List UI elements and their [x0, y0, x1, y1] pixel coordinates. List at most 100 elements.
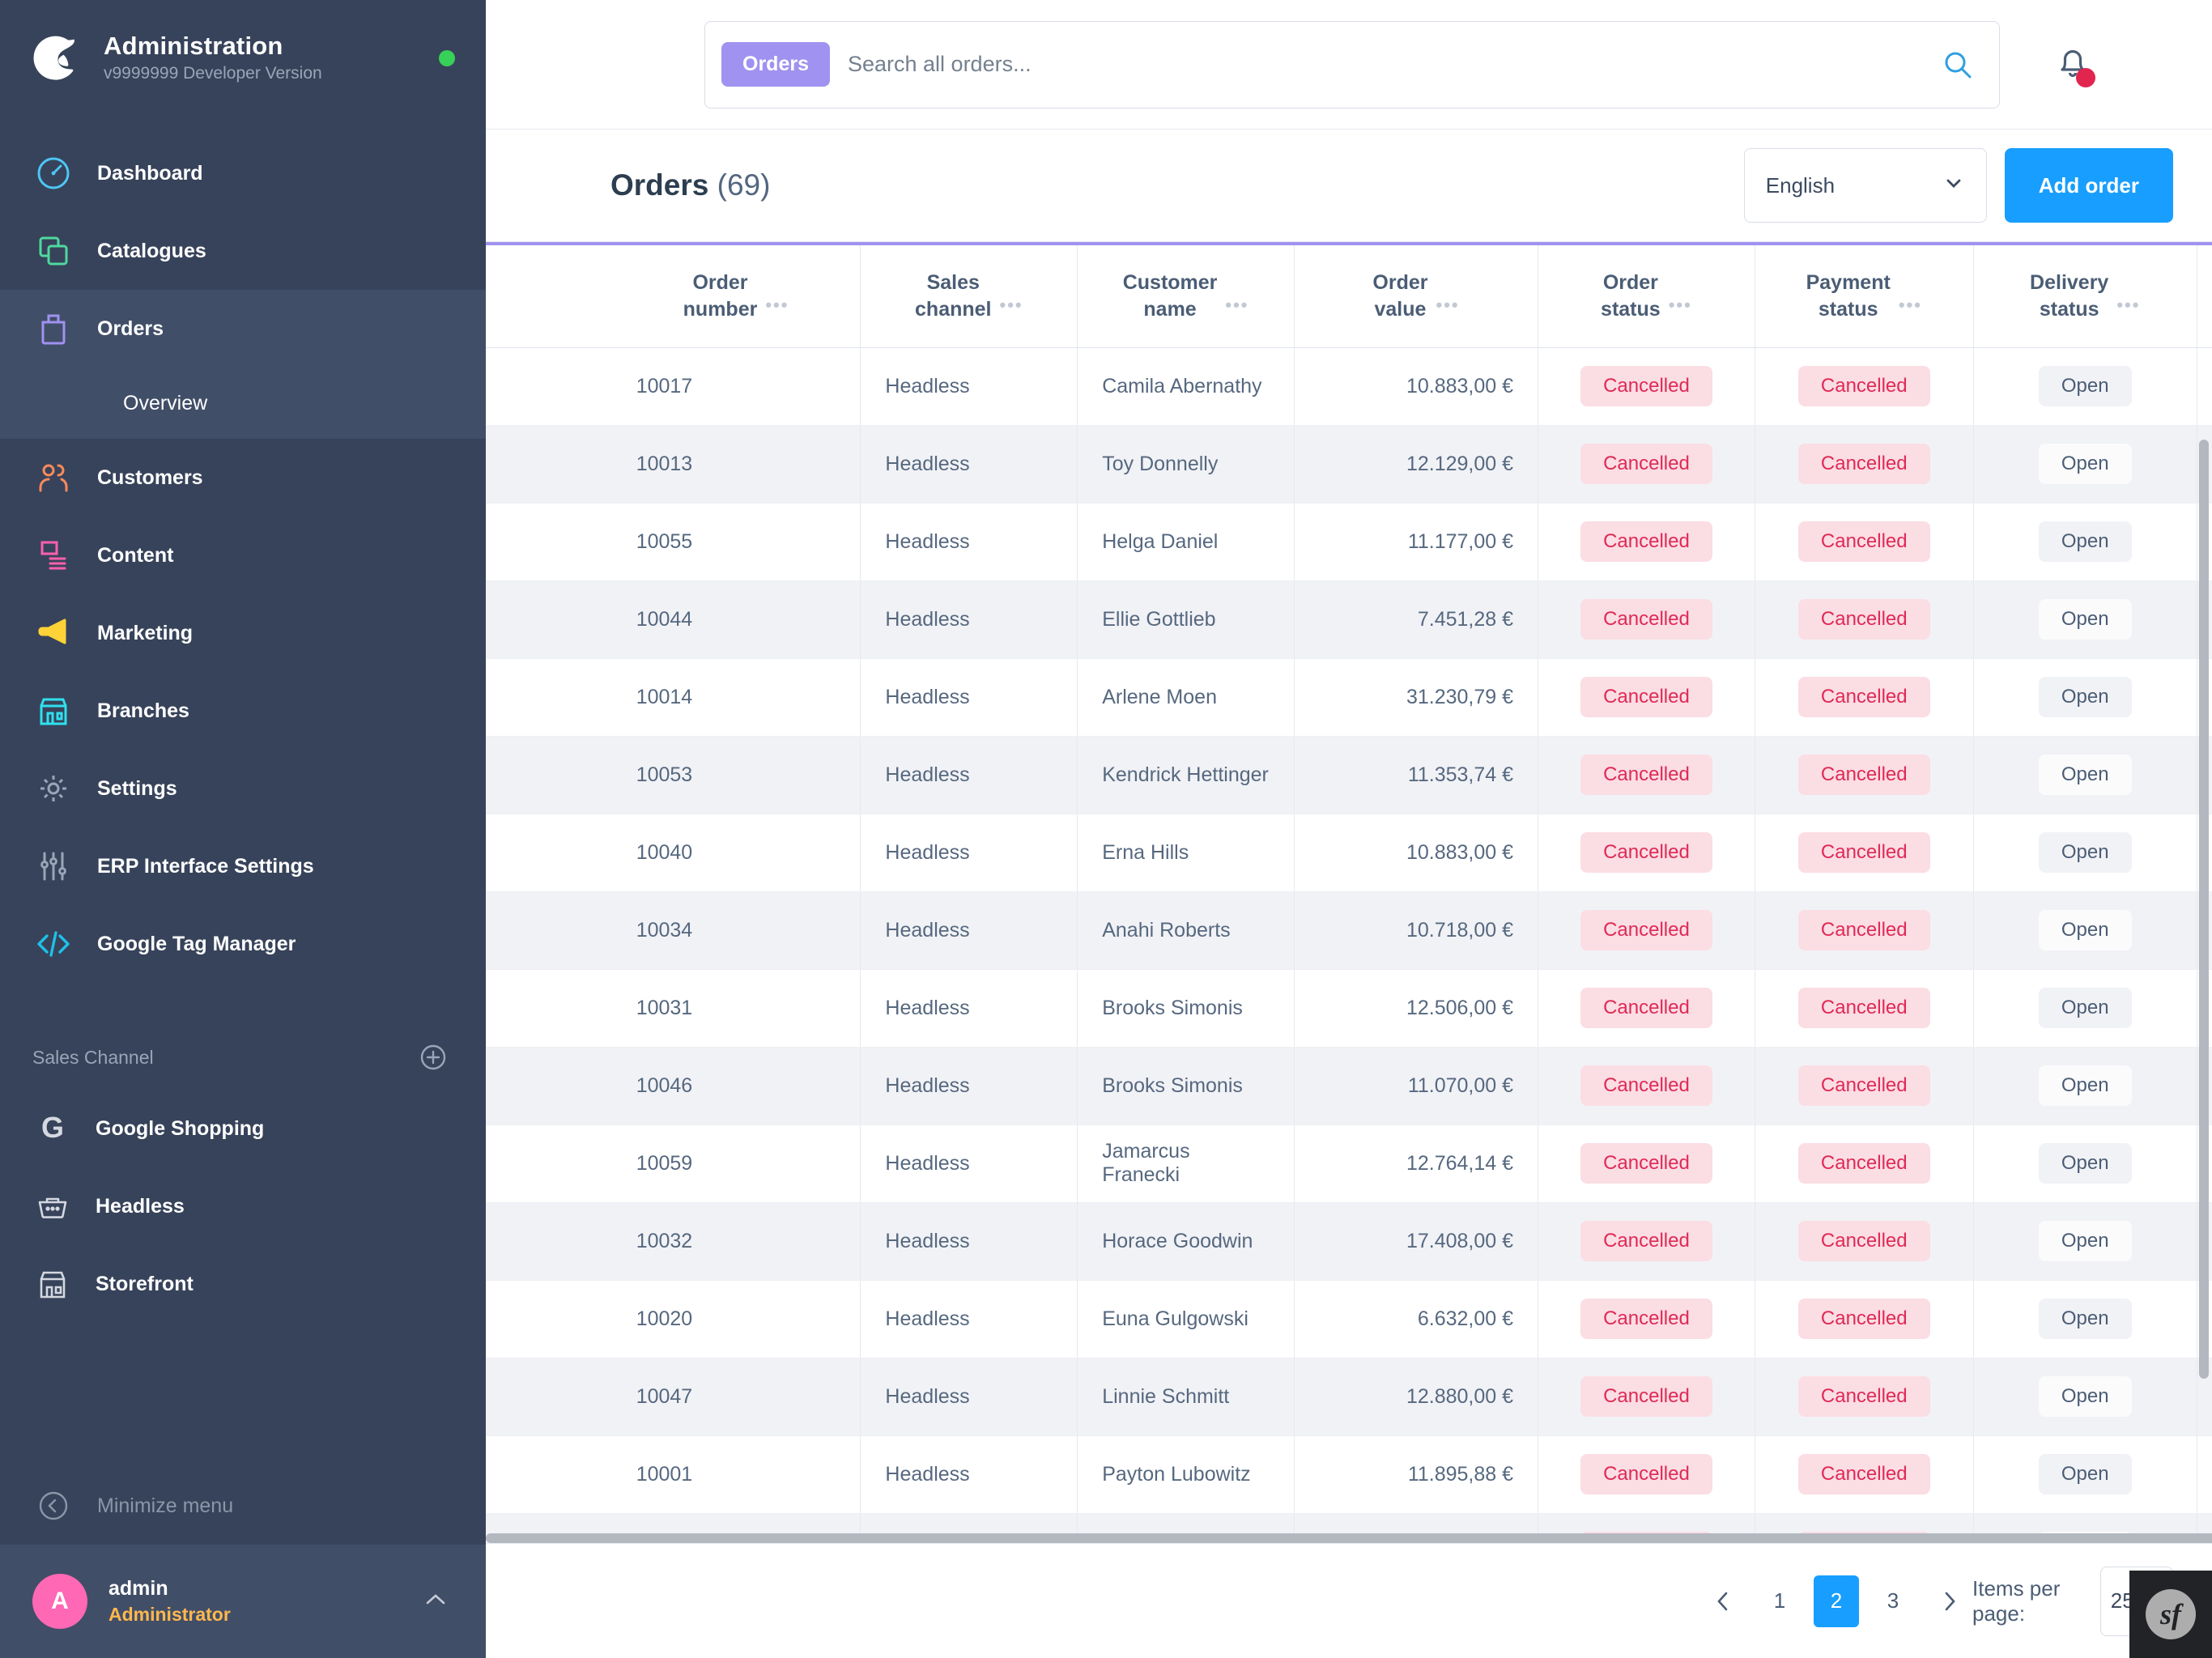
col-menu-icon[interactable]: ••• — [1899, 295, 1922, 322]
col-order-status[interactable]: Order status ••• — [1538, 242, 1755, 348]
sidebar-item-erp-interface-settings[interactable]: ERP Interface Settings — [0, 827, 486, 905]
search-scope-chip[interactable]: Orders — [721, 42, 830, 87]
table-row[interactable]: 10020 Headless Euna Gulgowski 6.632,00 € Can… — [486, 1280, 2212, 1358]
pagination: 1 2 3 — [1700, 1575, 1972, 1627]
cell-order-value: 10.883,00 € — [1294, 814, 1539, 892]
col-menu-icon[interactable]: ••• — [1436, 295, 1460, 322]
table-row[interactable]: 10055 Headless Helga Daniel 11.177,00 € Canc… — [486, 503, 2212, 581]
cell-delivery-status: Open — [1973, 1124, 2197, 1203]
status-badge: Cancelled — [1580, 1299, 1712, 1339]
status-badge: Cancelled — [1580, 1143, 1712, 1184]
table-row[interactable]: 10053 Headless Kendrick Hettinger 11.353,74… — [486, 736, 2212, 814]
status-badge: Cancelled — [1580, 988, 1712, 1028]
table-row[interactable]: 10031 Headless Brooks Simonis 12.506,00 € Ca… — [486, 969, 2212, 1048]
sidebar-item-marketing[interactable]: Marketing — [0, 594, 486, 672]
table-row[interactable]: 10059 Headless Jamarcus Franecki 12.764,14 … — [486, 1124, 2212, 1203]
table-row[interactable]: 10001 Headless Payton Lubowitz 11.895,88 € C… — [486, 1435, 2212, 1514]
sliders-icon — [32, 845, 74, 887]
col-customer-name[interactable]: Customer name ••• — [1077, 242, 1295, 348]
notifications-button[interactable] — [2000, 40, 2146, 88]
table-row[interactable]: 10017 Headless Camila Abernathy 10.883,00 €… — [486, 347, 2212, 426]
cell-spacer — [486, 1358, 612, 1436]
status-badge: Open — [2038, 1221, 2132, 1261]
sidebar-item-google-tag-manager[interactable]: Google Tag Manager — [0, 905, 486, 983]
cell-payment-status: Cancelled — [1755, 736, 1974, 814]
status-badge: Cancelled — [1797, 366, 1930, 406]
cell-delivery-status: Open — [1973, 969, 2197, 1048]
col-sales-channel[interactable]: Sales channel ••• — [860, 242, 1078, 348]
vertical-scrollbar[interactable] — [2199, 440, 2209, 1379]
table-row[interactable]: 10044 Headless Ellie Gottlieb 7.451,28 € Can… — [486, 580, 2212, 659]
cell-order-status: Cancelled — [1538, 969, 1755, 1048]
table-row[interactable]: 10032 Headless Horace Goodwin 17.408,00 € Ca… — [486, 1202, 2212, 1281]
cell-order-status: Cancelled — [1538, 1280, 1755, 1358]
magnifier-icon[interactable] — [1941, 48, 1975, 82]
global-search[interactable]: Orders — [704, 20, 2000, 108]
language-select[interactable]: English — [1743, 148, 1987, 223]
table-row[interactable]: 10013 Headless Toy Donnelly 12.129,00 € Canc… — [486, 425, 2212, 504]
cell-order-status: Cancelled — [1538, 425, 1755, 504]
symfony-toolbar-badge[interactable]: sf — [2129, 1571, 2212, 1658]
orders-table-scroller[interactable]: Order number ••• Sales channel ••• Custome… — [486, 242, 2212, 1543]
table-row[interactable]: 10040 Headless Erna Hills 10.883,00 € Cancel… — [486, 814, 2212, 892]
speedometer-icon — [32, 152, 74, 194]
cell-order-status: Cancelled — [1538, 1124, 1755, 1203]
cell-order-number: 10047 — [611, 1358, 861, 1436]
user-menu[interactable]: A admin Administrator — [0, 1545, 486, 1658]
cell-payment-status: Cancelled — [1755, 1358, 1974, 1436]
col-menu-icon[interactable]: ••• — [1000, 295, 1023, 322]
sales-channel-headless[interactable]: Headless — [0, 1167, 486, 1245]
cell-spacer — [486, 580, 612, 659]
col-menu-icon[interactable]: ••• — [1669, 295, 1692, 322]
pagination-page-2[interactable]: 2 — [1814, 1575, 1859, 1627]
app-root: Administration v9999999 Developer Versio… — [0, 0, 2212, 1658]
sidebar-item-settings[interactable]: Settings — [0, 750, 486, 827]
status-badge: Cancelled — [1797, 910, 1930, 950]
cell-sales-channel: Headless — [860, 580, 1078, 659]
search-input[interactable] — [847, 52, 1923, 77]
cell-sales-channel: Headless — [860, 658, 1078, 737]
sidebar-item-content[interactable]: Content — [0, 517, 486, 594]
col-menu-icon[interactable]: ••• — [2116, 295, 2140, 322]
cell-payment-status: Cancelled — [1755, 580, 1974, 659]
cell-order-value: 11.895,88 € — [1294, 1435, 1539, 1514]
pagination-page-3[interactable]: 3 — [1870, 1575, 1916, 1627]
cell-order-number: 10046 — [611, 1047, 861, 1125]
pagination-prev[interactable] — [1700, 1579, 1746, 1624]
col-order-date[interactable]: Order date — [2197, 242, 2212, 348]
sales-channel-google-shopping[interactable]: G Google Shopping — [0, 1090, 486, 1167]
col-order-number[interactable]: Order number ••• — [611, 242, 861, 348]
minimize-menu-button[interactable]: Minimize menu — [0, 1467, 486, 1545]
chevron-up-icon[interactable] — [421, 1585, 450, 1618]
add-order-button[interactable]: Add order — [2004, 148, 2173, 223]
pagination-next[interactable] — [1927, 1579, 1972, 1624]
cell-sales-channel: Headless — [860, 814, 1078, 892]
cell-spacer — [486, 347, 612, 426]
table-row[interactable]: 10034 Headless Anahi Roberts 10.718,00 € Can… — [486, 891, 2212, 970]
cell-customer-name: Brooks Simonis — [1077, 1047, 1295, 1125]
sidebar-item-customers[interactable]: Customers — [0, 439, 486, 517]
sidebar-item-orders-overview[interactable]: Overview — [0, 368, 486, 439]
sidebar-item-catalogues[interactable]: Catalogues — [0, 212, 486, 290]
table-row[interactable]: 10047 Headless Linnie Schmitt 12.880,00 € Ca… — [486, 1358, 2212, 1436]
add-sales-channel-icon[interactable] — [419, 1044, 447, 1071]
table-row[interactable]: 10046 Headless Brooks Simonis 11.070,00 € Ca… — [486, 1047, 2212, 1125]
cell-customer-name: Helga Daniel — [1077, 503, 1295, 581]
sidebar-item-branches[interactable]: Branches — [0, 672, 486, 750]
cell-order-number: 10032 — [611, 1202, 861, 1281]
sidebar-item-dashboard[interactable]: Dashboard — [0, 134, 486, 212]
sidebar-item-orders[interactable]: Orders — [0, 290, 486, 368]
col-label: Order value — [1372, 271, 1428, 321]
col-delivery-status[interactable]: Delivery status ••• — [1973, 242, 2197, 348]
col-order-value[interactable]: Order value ••• — [1294, 242, 1539, 348]
col-menu-icon[interactable]: ••• — [1225, 295, 1249, 322]
horizontal-scrollbar[interactable] — [486, 1533, 2212, 1543]
sales-channel-storefront[interactable]: Storefront — [0, 1245, 486, 1323]
col-menu-icon[interactable]: ••• — [765, 295, 789, 322]
cell-order-value: 31.230,79 € — [1294, 658, 1539, 737]
pagination-page-1[interactable]: 1 — [1757, 1575, 1802, 1627]
col-payment-status[interactable]: Payment status ••• — [1755, 242, 1974, 348]
cell-sales-channel: Headless — [860, 1280, 1078, 1358]
table-row[interactable]: 10014 Headless Arlene Moen 31.230,79 € Cance… — [486, 658, 2212, 737]
store-icon — [32, 690, 74, 732]
